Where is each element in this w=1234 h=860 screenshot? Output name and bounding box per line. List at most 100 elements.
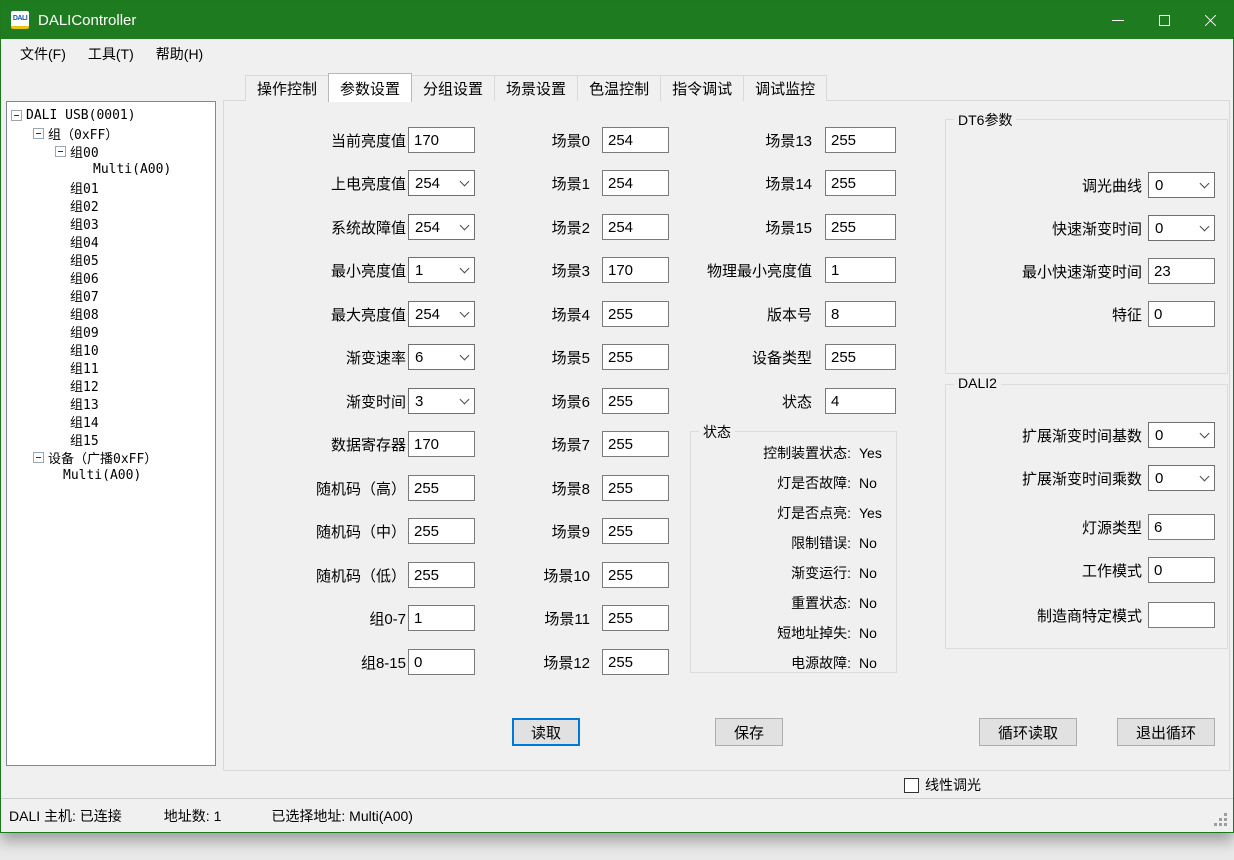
close-button[interactable] bbox=[1187, 1, 1233, 39]
status-value: No bbox=[859, 535, 877, 551]
physical-min-brightness-input[interactable] bbox=[825, 257, 896, 283]
tab-grouping-settings[interactable]: 分组设置 bbox=[411, 75, 495, 101]
scene14-input[interactable] bbox=[825, 170, 896, 196]
extended-fade-time-multiplier-combo[interactable]: 0 bbox=[1148, 465, 1215, 491]
field-label: 最小快速渐变时间 bbox=[946, 261, 1142, 282]
tree-item-group13[interactable]: 组13 bbox=[7, 394, 215, 412]
read-button[interactable]: 读取 bbox=[512, 718, 580, 746]
tree-item-group09[interactable]: 组09 bbox=[7, 322, 215, 340]
scene11-input[interactable] bbox=[602, 605, 669, 631]
fast-fade-time-combo[interactable]: 0 bbox=[1148, 215, 1215, 241]
data-register-input[interactable] bbox=[408, 431, 475, 457]
scene12-input[interactable] bbox=[602, 649, 669, 675]
field-label: 特征 bbox=[946, 304, 1142, 325]
tree-item-group03[interactable]: 组03 bbox=[7, 214, 215, 232]
min-brightness-combo[interactable]: 1 bbox=[408, 257, 475, 283]
features-input[interactable] bbox=[1148, 301, 1215, 327]
tree-item-group11[interactable]: 组11 bbox=[7, 358, 215, 376]
chevron-down-icon bbox=[460, 176, 470, 186]
group-0-7-input[interactable] bbox=[408, 605, 475, 631]
dimming-curve-combo[interactable]: 0 bbox=[1148, 172, 1215, 198]
collapse-icon[interactable] bbox=[55, 146, 66, 157]
tree-item-group12[interactable]: 组12 bbox=[7, 376, 215, 394]
resize-grip-icon[interactable] bbox=[1214, 813, 1230, 829]
tree-item-group15[interactable]: 组15 bbox=[7, 430, 215, 448]
random-code-low-input[interactable] bbox=[408, 562, 475, 588]
menu-help[interactable]: 帮助(H) bbox=[145, 40, 214, 68]
tree-item-group10[interactable]: 组10 bbox=[7, 340, 215, 358]
minimize-button[interactable] bbox=[1095, 1, 1141, 39]
field-label: 版本号 bbox=[644, 304, 812, 325]
maximize-button[interactable] bbox=[1141, 1, 1187, 39]
app-window: DALI DALIController 文件(F) 工具(T) 帮助(H) DA… bbox=[0, 0, 1234, 833]
max-brightness-combo[interactable]: 254 bbox=[408, 301, 475, 327]
field-label: 场景4 bbox=[514, 304, 590, 325]
menu-tools[interactable]: 工具(T) bbox=[77, 40, 145, 68]
field-label: 渐变时间 bbox=[234, 391, 406, 412]
scene8-input[interactable] bbox=[602, 475, 669, 501]
scene7-input[interactable] bbox=[602, 431, 669, 457]
tree-item-group-all[interactable]: 组（0xFF） bbox=[7, 124, 215, 142]
tree-item-device-broadcast[interactable]: 设备（广播0xFF） bbox=[7, 448, 215, 466]
tab-debug-monitor[interactable]: 调试监控 bbox=[743, 75, 827, 101]
linear-dimming-checkbox[interactable] bbox=[904, 778, 919, 793]
fade-rate-combo[interactable]: 6 bbox=[408, 344, 475, 370]
tree-item-multi-a00[interactable]: Multi(A00) bbox=[7, 160, 215, 178]
working-mode-input[interactable] bbox=[1148, 557, 1215, 583]
field-label: 上电亮度值 bbox=[234, 173, 406, 194]
tree-item-group07[interactable]: 组07 bbox=[7, 286, 215, 304]
tree-item-group08[interactable]: 组08 bbox=[7, 304, 215, 322]
tree-item-group06[interactable]: 组06 bbox=[7, 268, 215, 286]
scene10-input[interactable] bbox=[602, 562, 669, 588]
statusbar-host: DALI 主机: 已连接 bbox=[9, 806, 122, 826]
fade-time-combo[interactable]: 3 bbox=[408, 388, 475, 414]
tree-item-group00[interactable]: 组00 bbox=[7, 142, 215, 160]
version-number-input[interactable] bbox=[825, 301, 896, 327]
tab-operation-control[interactable]: 操作控制 bbox=[245, 75, 329, 101]
random-code-high-input[interactable] bbox=[408, 475, 475, 501]
tab-command-debug[interactable]: 指令调试 bbox=[660, 75, 744, 101]
light-source-type-input[interactable] bbox=[1148, 514, 1215, 540]
parameter-settings-panel: 当前亮度值 上电亮度值254 系统故障值254 最小亮度值1 最大亮度值254 … bbox=[223, 100, 1230, 771]
device-type-input[interactable] bbox=[825, 344, 896, 370]
field-label: 最小亮度值 bbox=[234, 260, 406, 281]
current-brightness-input[interactable] bbox=[408, 127, 475, 153]
group-8-15-input[interactable] bbox=[408, 649, 475, 675]
status-value: No bbox=[859, 655, 877, 671]
scene9-input[interactable] bbox=[602, 518, 669, 544]
min-fast-fade-time-input[interactable] bbox=[1148, 258, 1215, 284]
manufacturer-specific-mode-input[interactable] bbox=[1148, 602, 1215, 628]
exit-loop-button[interactable]: 退出循环 bbox=[1117, 718, 1215, 746]
tree-item-group14[interactable]: 组14 bbox=[7, 412, 215, 430]
tree-item-device-multi-a00[interactable]: Multi(A00) bbox=[7, 466, 215, 484]
tab-parameter-settings[interactable]: 参数设置 bbox=[328, 73, 412, 102]
system-failure-combo[interactable]: 254 bbox=[408, 214, 475, 240]
tab-color-temp-control[interactable]: 色温控制 bbox=[577, 75, 661, 101]
scene15-input[interactable] bbox=[825, 214, 896, 240]
extended-fade-time-base-combo[interactable]: 0 bbox=[1148, 422, 1215, 448]
chevron-down-icon bbox=[460, 220, 470, 230]
status-input[interactable] bbox=[825, 388, 896, 414]
collapse-icon[interactable] bbox=[33, 452, 44, 463]
collapse-icon[interactable] bbox=[33, 128, 44, 139]
tree-item-group04[interactable]: 组04 bbox=[7, 232, 215, 250]
collapse-icon[interactable] bbox=[11, 110, 22, 121]
random-code-mid-input[interactable] bbox=[408, 518, 475, 544]
tree-item-group01[interactable]: 组01 bbox=[7, 178, 215, 196]
loop-read-button[interactable]: 循环读取 bbox=[979, 718, 1077, 746]
chevron-down-icon bbox=[460, 350, 470, 360]
field-label: 场景0 bbox=[514, 130, 590, 151]
tree-item-dali-usb[interactable]: DALI USB(0001) bbox=[7, 106, 215, 124]
menu-file[interactable]: 文件(F) bbox=[9, 40, 77, 68]
tab-scene-settings[interactable]: 场景设置 bbox=[494, 75, 578, 101]
status-value: Yes bbox=[859, 505, 882, 521]
power-on-brightness-combo[interactable]: 254 bbox=[408, 170, 475, 196]
device-tree: DALI USB(0001) 组（0xFF） 组00 Multi(A00) 组0… bbox=[6, 101, 216, 766]
chevron-down-icon bbox=[460, 263, 470, 273]
tree-item-group05[interactable]: 组05 bbox=[7, 250, 215, 268]
tree-item-group02[interactable]: 组02 bbox=[7, 196, 215, 214]
field-label: 场景9 bbox=[514, 521, 590, 542]
scene13-input[interactable] bbox=[825, 127, 896, 153]
save-button[interactable]: 保存 bbox=[715, 718, 783, 746]
field-label: 场景5 bbox=[514, 347, 590, 368]
